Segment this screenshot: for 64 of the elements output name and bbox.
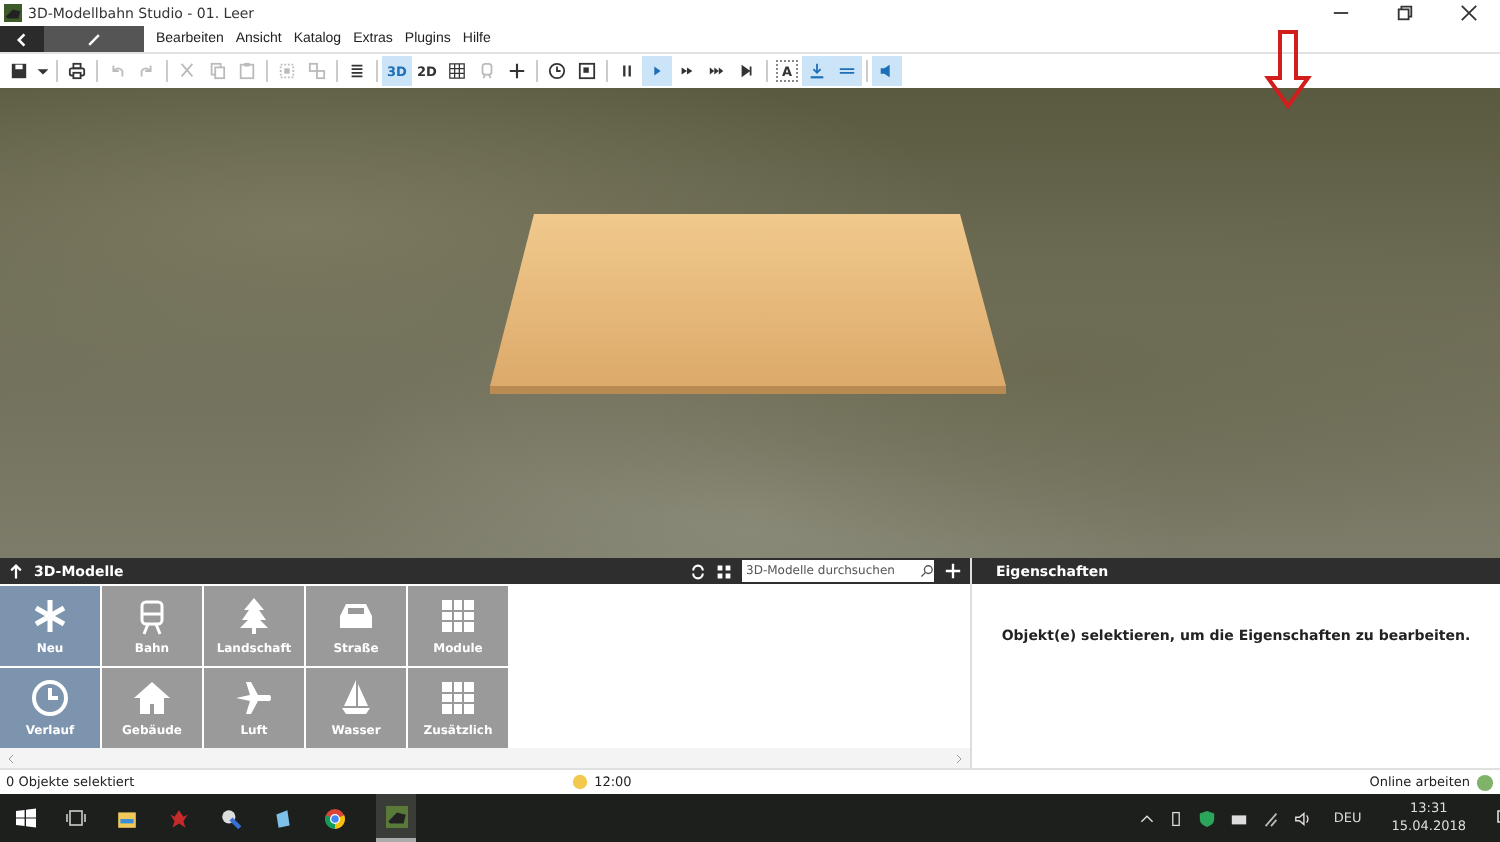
screen-icon: [578, 62, 596, 80]
taskbar-app-button[interactable]: [376, 794, 416, 842]
grid-icon: [438, 678, 478, 718]
close-icon: [1459, 4, 1477, 22]
save-icon: [10, 62, 28, 80]
locomotive-app-icon: [385, 805, 407, 827]
ungroup-icon: [308, 62, 326, 80]
pencil-icon: [86, 31, 102, 47]
group-icon: [278, 62, 296, 80]
caret-up-icon[interactable]: [1139, 811, 1154, 825]
clock-icon: [548, 62, 566, 80]
print-button[interactable]: [62, 56, 92, 86]
restore-icon: [1395, 4, 1413, 22]
download-button[interactable]: [802, 56, 833, 86]
folder-icon[interactable]: [116, 807, 138, 829]
notepad-app-icon[interactable]: [272, 807, 294, 829]
redo-icon: [138, 62, 156, 80]
paste-icon: [238, 62, 256, 80]
task-view-icon[interactable]: [66, 808, 86, 828]
globe-icon: [1476, 773, 1494, 791]
refresh-icon[interactable]: [690, 563, 706, 579]
start-icon[interactable]: [16, 808, 36, 828]
house-icon: [132, 678, 172, 718]
speaker-button[interactable]: [872, 56, 903, 86]
pause-icon: [618, 62, 636, 80]
clock-icon: [30, 678, 70, 718]
train-icon: [478, 62, 496, 80]
plus-icon: [508, 62, 526, 80]
battery-icon[interactable]: [1167, 809, 1184, 827]
grid-view-icon[interactable]: [716, 563, 732, 579]
grid-icon: [448, 62, 466, 80]
browser-icon[interactable]: [324, 807, 346, 829]
airplane-icon: [234, 678, 274, 718]
lines-icon: [838, 62, 857, 80]
cut-icon: [178, 62, 196, 80]
network-icon[interactable]: [1229, 809, 1248, 827]
list-icon: [348, 62, 366, 80]
add-icon[interactable]: [944, 562, 962, 580]
wifi-icon[interactable]: [1261, 809, 1280, 827]
asterisk-icon: [30, 596, 70, 636]
tools-app-icon[interactable]: [220, 807, 242, 829]
faster-icon: [708, 62, 726, 80]
undo-icon: [108, 62, 126, 80]
lines-button[interactable]: [832, 56, 863, 86]
speaker-icon[interactable]: [1293, 809, 1312, 827]
scroll-right-icon[interactable]: [954, 753, 964, 763]
sun-icon: [572, 774, 589, 790]
end-icon: [738, 62, 756, 80]
up-arrow-icon: [8, 563, 24, 579]
locomotive-app-icon: [4, 4, 22, 22]
scroll-left-icon[interactable]: [6, 753, 16, 763]
back-button[interactable]: [0, 26, 44, 52]
sailboat-icon: [336, 678, 376, 718]
screen-button[interactable]: [572, 56, 602, 86]
search-icon: [920, 564, 934, 578]
print-icon: [68, 62, 86, 80]
download-icon: [808, 62, 827, 80]
shield-icon[interactable]: [1197, 809, 1216, 827]
grid-icon: [438, 596, 478, 636]
copy-icon: [208, 62, 226, 80]
chevron-left-icon: [14, 31, 30, 47]
fast-icon: [678, 62, 696, 80]
play-icon: [648, 62, 666, 80]
down-arrow-drawing: [1264, 30, 1312, 110]
